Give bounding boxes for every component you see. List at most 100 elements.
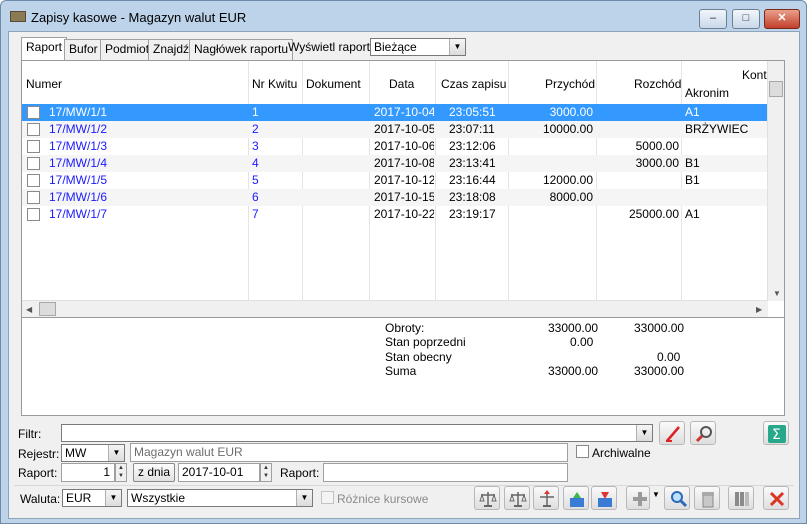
chevron-down-icon[interactable]: ▼ xyxy=(105,490,121,506)
cell-dokument xyxy=(306,104,366,121)
waluta-type-value: Wszystkie xyxy=(131,491,185,505)
scroll-left-icon[interactable]: ◀ xyxy=(26,305,32,314)
cell-rozchod: 5000.00 xyxy=(635,139,679,153)
obroty-przychod: 33000.00 xyxy=(548,321,599,335)
vscroll-thumb[interactable] xyxy=(769,81,783,97)
rejestr-label: Rejestr: xyxy=(18,447,60,461)
archiwalne-checkbox[interactable] xyxy=(576,445,589,458)
cell-data: 2017-10-22 xyxy=(374,207,434,221)
row-checkbox[interactable] xyxy=(27,208,40,221)
waluta-type-select[interactable]: Wszystkie ▼ xyxy=(127,489,313,507)
cell-kwit: 5 xyxy=(252,173,259,187)
close-button[interactable] xyxy=(763,486,789,510)
suma-label: Suma xyxy=(385,364,417,378)
row-checkbox[interactable] xyxy=(27,140,40,153)
clear-filter-button[interactable] xyxy=(659,421,685,445)
table-row[interactable]: 17/MW/1/2 2 2017-10-05 23:07:11 10000.00 BRŻY… xyxy=(22,121,768,138)
filter-input[interactable]: ▼ xyxy=(61,424,653,442)
hscroll-thumb[interactable] xyxy=(39,302,56,316)
cell-przychod: 8000.00 xyxy=(549,190,593,204)
filter-builder-button[interactable] xyxy=(690,421,716,445)
rejestr-code: MW xyxy=(65,446,87,460)
title-bar: Zapisy kasowe - Magazyn walut EUR ‒ □ ✕ xyxy=(1,1,806,31)
minimize-button[interactable]: ‒ xyxy=(699,9,727,29)
add-button[interactable] xyxy=(626,486,650,510)
cell-akronim: B1 xyxy=(685,173,700,187)
scroll-down-icon[interactable]: ▼ xyxy=(773,289,781,298)
chevron-down-icon[interactable]: ▼ xyxy=(636,425,652,441)
export-button[interactable] xyxy=(563,486,589,510)
date-spinner[interactable]: ▲ ▼ xyxy=(260,463,272,482)
cell-kwit: 6 xyxy=(252,190,259,204)
cell-dokument xyxy=(306,206,366,223)
tab-znajdz[interactable]: Znajdź xyxy=(148,39,195,61)
table-row[interactable]: 17/MW/1/1 1 2017-10-04 23:05:51 3000.00 A1 xyxy=(22,104,768,121)
scroll-right-icon[interactable]: ▶ xyxy=(756,305,762,314)
sigma-icon: Σ xyxy=(768,425,786,443)
raport2-field[interactable] xyxy=(323,463,568,482)
row-checkbox[interactable] xyxy=(27,157,40,170)
raport-date-field[interactable]: 2017-10-01 xyxy=(178,463,260,482)
row-checkbox[interactable] xyxy=(27,174,40,187)
svg-text:Σ: Σ xyxy=(772,427,781,443)
chevron-down-icon[interactable]: ▼ xyxy=(296,490,312,506)
cell-numer: 17/MW/1/7 xyxy=(49,207,108,221)
tab-bufor[interactable]: Bufor xyxy=(64,39,103,61)
maximize-button[interactable]: □ xyxy=(732,9,760,29)
filter-label: Filtr: xyxy=(18,427,42,441)
row-checkbox[interactable] xyxy=(27,106,40,119)
search-button[interactable] xyxy=(664,486,690,510)
vertical-scrollbar[interactable]: ▼ xyxy=(767,61,784,301)
tab-raport[interactable]: Raport xyxy=(21,37,68,61)
records-grid: Numer Nr Kwitu Dokument Data Czas zapisu… xyxy=(21,60,785,318)
table-row[interactable]: 17/MW/1/4 4 2017-10-08 23:13:41 3000.00 B1 xyxy=(22,155,768,172)
cell-kwit: 7 xyxy=(252,207,259,221)
balance-button[interactable] xyxy=(474,486,500,510)
cell-kwit: 1 xyxy=(252,105,259,119)
roznice-kursowe-checkbox[interactable] xyxy=(321,491,334,504)
tab-naglowek-raportu[interactable]: Nagłówek raportu xyxy=(189,39,294,61)
close-window-button[interactable]: ✕ xyxy=(764,9,800,29)
cell-czas: 23:05:51 xyxy=(449,105,496,119)
add-dropdown-icon[interactable]: ▼ xyxy=(652,490,660,499)
raport-spinner[interactable]: ▲ ▼ xyxy=(115,463,127,482)
cell-czas: 23:18:08 xyxy=(449,190,496,204)
cell-akronim: BRŻYWIEC xyxy=(685,122,749,136)
horizontal-scrollbar[interactable]: ◀ ▶ xyxy=(22,300,768,317)
cell-czas: 23:19:17 xyxy=(449,207,496,221)
export-icon xyxy=(570,492,584,507)
cell-przychod xyxy=(512,206,593,223)
chevron-down-icon[interactable]: ▼ xyxy=(108,445,124,461)
table-row[interactable]: 17/MW/1/3 3 2017-10-06 23:12:06 5000.00 xyxy=(22,138,768,155)
import-icon xyxy=(598,492,612,507)
balance-icon xyxy=(479,492,497,507)
cell-data: 2017-10-04 xyxy=(374,105,434,119)
sum-button[interactable]: Σ xyxy=(763,421,789,445)
row-checkbox[interactable] xyxy=(27,191,40,204)
waluta-select[interactable]: EUR ▼ xyxy=(62,489,122,507)
cell-numer: 17/MW/1/1 xyxy=(49,105,108,119)
cell-data: 2017-10-12 xyxy=(374,173,434,187)
balance-button-2[interactable] xyxy=(504,486,530,510)
balance-icon xyxy=(509,492,527,507)
columns-button[interactable] xyxy=(728,486,754,510)
col-header-akronim[interactable]: Akronim xyxy=(685,86,729,102)
suma-przychod: 33000.00 xyxy=(548,364,599,378)
import-button[interactable] xyxy=(591,486,617,510)
cell-numer: 17/MW/1/5 xyxy=(49,173,108,187)
table-row[interactable]: 17/MW/1/5 5 2017-10-12 23:16:44 12000.00 B1 xyxy=(22,172,768,189)
row-checkbox[interactable] xyxy=(27,123,40,136)
tab-podmiot[interactable]: Podmiot xyxy=(100,39,155,61)
cell-akronim: A1 xyxy=(685,207,700,221)
table-row[interactable]: 17/MW/1/7 7 2017-10-22 23:19:17 25000.00 A1 xyxy=(22,206,768,223)
chevron-down-icon[interactable]: ▼ xyxy=(449,39,465,55)
rejestr-code-select[interactable]: MW ▼ xyxy=(61,444,125,462)
cell-rozchod xyxy=(600,121,679,138)
z-dnia-button[interactable]: z dnia xyxy=(133,463,175,482)
raport-number-field[interactable]: 1 xyxy=(61,463,115,482)
delete-button[interactable] xyxy=(694,486,720,510)
balance-export-button[interactable] xyxy=(533,486,559,510)
cell-numer: 17/MW/1/2 xyxy=(49,122,108,136)
table-row[interactable]: 17/MW/1/6 6 2017-10-15 23:18:08 8000.00 xyxy=(22,189,768,206)
display-filter-select[interactable]: Bieżące ▼ xyxy=(370,38,466,56)
